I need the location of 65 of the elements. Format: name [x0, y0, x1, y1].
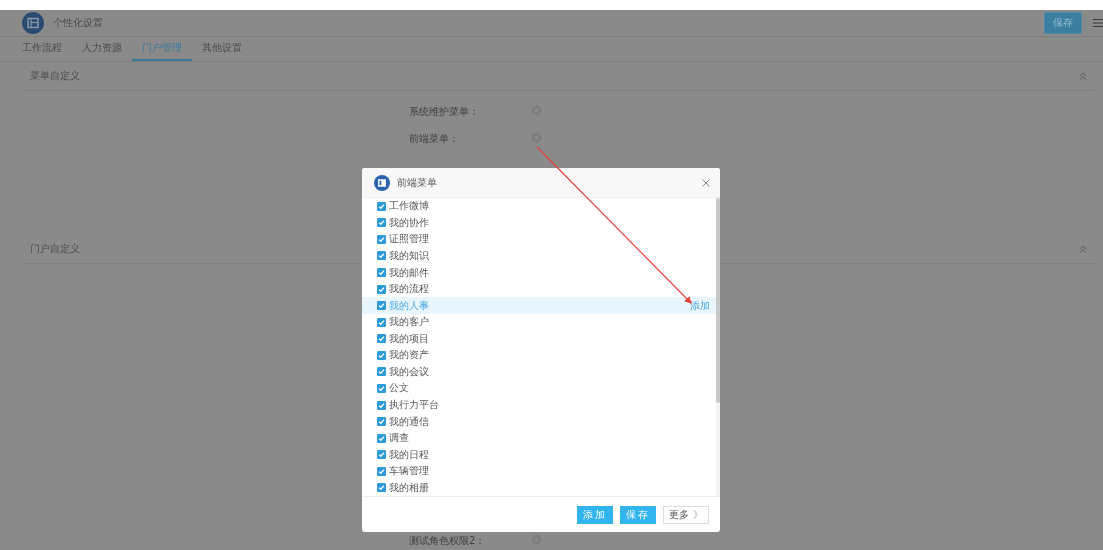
- checkbox[interactable]: [377, 268, 386, 278]
- checkbox[interactable]: [377, 383, 386, 393]
- item-label: 我的知识: [389, 248, 429, 263]
- menu-list-item[interactable]: 调查: [362, 429, 716, 447]
- item-label: 我的会议: [389, 364, 429, 379]
- field-label: 前端菜单：: [409, 132, 460, 146]
- more-button[interactable]: 更多 》: [663, 505, 709, 524]
- checkbox[interactable]: [377, 284, 386, 294]
- menu-list-item[interactable]: 我的会议: [362, 363, 716, 381]
- menu-list-item[interactable]: 车辆管理: [362, 463, 716, 480]
- menu-icon[interactable]: [1093, 18, 1103, 28]
- menu-list-item[interactable]: 我的资产: [362, 347, 716, 364]
- item-label: 公文: [389, 381, 409, 396]
- item-label: 我的日程: [389, 447, 429, 462]
- item-label: 我的客户: [389, 315, 429, 330]
- item-label: 我的项目: [389, 331, 429, 346]
- menu-list-item[interactable]: 我的协作: [362, 214, 716, 232]
- checkbox[interactable]: [377, 350, 386, 360]
- checkbox[interactable]: [377, 450, 386, 460]
- collapse-icon[interactable]: [1079, 72, 1087, 80]
- item-label: 工作微博: [389, 199, 429, 214]
- menu-list-item[interactable]: 我的日程: [362, 446, 716, 463]
- menu-list-item[interactable]: 我的知识: [362, 247, 716, 265]
- menu-list-item[interactable]: 公文: [362, 380, 716, 397]
- field-label: 测试角色权限2：: [409, 534, 487, 548]
- checkbox[interactable]: [377, 417, 386, 427]
- checkbox[interactable]: [377, 301, 386, 311]
- logo-icon: [374, 174, 390, 191]
- checkbox[interactable]: [377, 433, 386, 443]
- menu-list-item[interactable]: 我的邮件: [362, 264, 716, 281]
- item-label: 调查: [389, 431, 409, 446]
- item-label: 我的通信: [389, 414, 429, 429]
- item-label: 我的相册: [389, 480, 429, 495]
- checkbox[interactable]: [377, 483, 386, 493]
- menu-list-item[interactable]: 我的通信: [362, 413, 716, 430]
- item-label: 我的人事: [389, 298, 429, 313]
- checkbox[interactable]: [377, 334, 386, 344]
- collapse-icon[interactable]: [1079, 245, 1087, 253]
- item-label: 证照管理: [389, 232, 429, 247]
- item-label: 我的流程: [389, 282, 429, 297]
- checkbox[interactable]: [377, 234, 386, 244]
- scrollbar-thumb[interactable]: [716, 198, 720, 403]
- checkbox[interactable]: [377, 400, 386, 410]
- checkbox[interactable]: [377, 317, 386, 327]
- checkbox[interactable]: [377, 367, 386, 377]
- dialog-title: 前端菜单: [397, 175, 437, 190]
- item-label: 我的协作: [389, 215, 429, 230]
- menu-list-item[interactable]: 我的项目: [362, 330, 716, 348]
- item-label: 车辆管理: [389, 464, 429, 479]
- item-label: 执行力平台: [389, 398, 439, 413]
- item-label: 我的资产: [389, 348, 429, 363]
- menu-list-item[interactable]: 证照管理: [362, 231, 716, 248]
- menu-list-item[interactable]: 执行力平台: [362, 396, 716, 414]
- checkbox[interactable]: [377, 201, 386, 211]
- item-label: 我的邮件: [389, 265, 429, 280]
- field-label: 系统维护菜单：: [409, 105, 480, 119]
- menu-list-item[interactable]: 我的流程: [362, 280, 716, 298]
- checkbox[interactable]: [377, 251, 386, 261]
- checkbox[interactable]: [377, 466, 386, 476]
- menu-list-item[interactable]: 工作微博: [362, 198, 716, 215]
- menu-list-item[interactable]: 我的客户: [362, 313, 716, 331]
- close-icon[interactable]: [702, 178, 710, 187]
- logo-icon: [22, 12, 44, 34]
- menu-list-item[interactable]: 我的相册: [362, 479, 716, 496]
- checkbox[interactable]: [377, 218, 386, 228]
